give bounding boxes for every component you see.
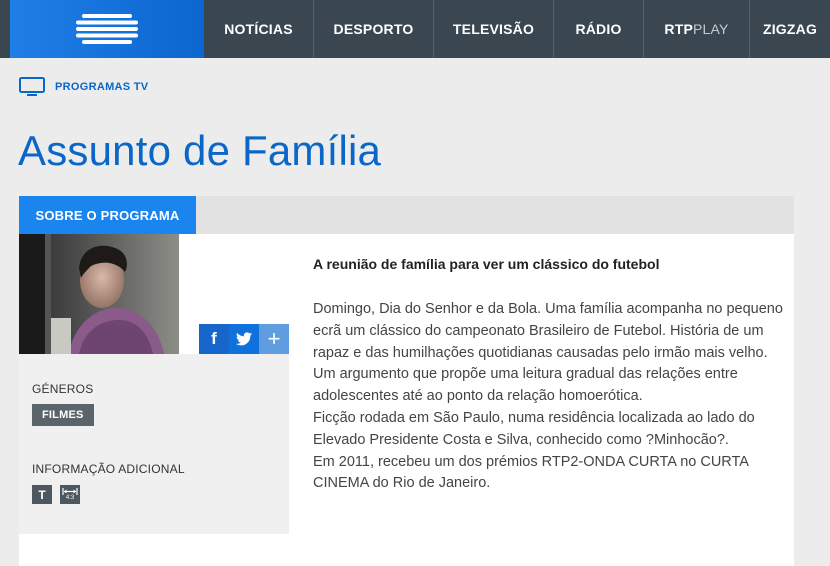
twitter-icon <box>236 332 252 346</box>
nav-item-radio[interactable]: RÁDIO <box>554 0 644 58</box>
genre-tag[interactable]: FILMES <box>32 404 94 426</box>
description-paragraph: Domingo, Dia do Senhor e da Bola. Uma fa… <box>313 301 783 405</box>
breadcrumb-label[interactable]: PROGRAMAS TV <box>55 81 148 93</box>
breadcrumb[interactable]: PROGRAMAS TV <box>19 77 148 97</box>
additional-info-label: INFORMAÇÃO ADICIONAL <box>32 462 185 476</box>
facebook-share-button[interactable]: f <box>199 324 229 354</box>
nav-item-zigzag[interactable]: ZIGZAG <box>750 0 830 58</box>
aspect-ratio-arrows-icon <box>62 488 78 495</box>
nav-item-noticias[interactable]: NOTÍCIAS <box>204 0 314 58</box>
teletext-icon: T <box>32 485 52 504</box>
nav-item-televisao[interactable]: TELEVISÃO <box>434 0 554 58</box>
nav-item-rtpplay[interactable]: RTP PLAY <box>644 0 750 58</box>
program-thumbnail[interactable] <box>19 234 179 354</box>
more-share-button[interactable]: + <box>259 324 289 354</box>
top-navigation-bar: NOTÍCIAS DESPORTO TELEVISÃO RÁDIO RTP PLA… <box>0 0 830 58</box>
tab-sobre-o-programa[interactable]: SOBRE O PROGRAMA <box>19 196 196 234</box>
program-sidebar <box>19 354 289 534</box>
program-thumbnail-image <box>19 234 179 354</box>
main-nav: NOTÍCIAS DESPORTO TELEVISÃO RÁDIO RTP PLA… <box>204 0 830 58</box>
share-buttons: f + <box>199 324 289 354</box>
rtp-logo[interactable] <box>10 0 204 58</box>
page-title: Assunto de Família <box>18 127 382 174</box>
aspect-ratio-icon: 4:3 <box>60 485 80 504</box>
twitter-share-button[interactable] <box>229 324 259 354</box>
plus-icon: + <box>267 326 281 351</box>
rtp-logo-icon <box>76 14 138 44</box>
facebook-icon: f <box>211 329 217 348</box>
genres-label: GÉNEROS <box>32 382 94 396</box>
description-paragraph: Ficção rodada em São Paulo, numa residên… <box>313 409 755 448</box>
nav-item-desporto[interactable]: DESPORTO <box>314 0 434 58</box>
program-headline: A reunião de família para ver um clássic… <box>313 256 660 272</box>
program-description: Domingo, Dia do Senhor e da Bola. Uma fa… <box>313 299 783 495</box>
description-paragraph: Em 2011, recebeu um dos prémios RTP2-OND… <box>313 453 749 492</box>
tv-monitor-icon <box>19 77 45 96</box>
